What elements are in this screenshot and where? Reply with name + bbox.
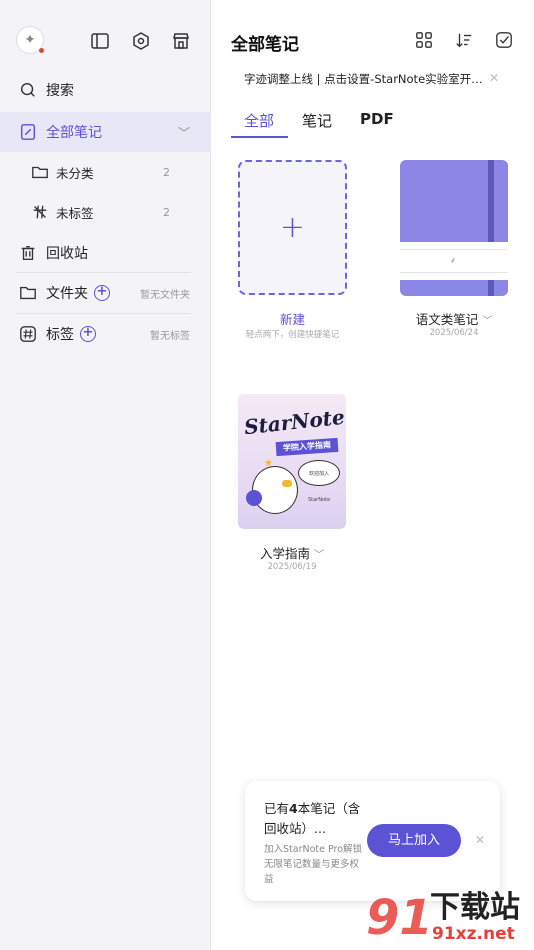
notebook-title-text: 入学指南	[260, 546, 311, 561]
notebook-date: 2025/06/24	[429, 328, 479, 338]
pen-mark-icon: ⸙	[450, 256, 456, 265]
count-badge: 2	[163, 205, 170, 219]
notification-dot	[39, 48, 44, 53]
tag-off-icon	[30, 202, 50, 222]
sidebar-item-untagged[interactable]: 未标签 2	[0, 192, 210, 232]
trash-icon	[18, 243, 38, 263]
cover-speech-bubble: 欢迎加入StarNote	[298, 460, 340, 503]
tab-notes[interactable]: 笔记	[302, 110, 332, 131]
notebook-title[interactable]: 入学指南 ﹀	[238, 543, 346, 562]
update-notice[interactable]: 字迹调整上线 | 点击设置-StarNote实验室开…	[244, 71, 484, 87]
join-now-button[interactable]: 马上加入	[367, 824, 461, 857]
count-badge: 2	[163, 165, 170, 179]
sidebar-item-label: 未标签	[56, 205, 94, 221]
close-icon[interactable]: ✕	[475, 833, 485, 847]
empty-hint: 暂无标签	[150, 330, 190, 342]
empty-hint: 暂无文件夹	[140, 289, 190, 301]
folder-unfiled-icon	[30, 162, 50, 182]
sidebar-item-label: 文件夹	[46, 286, 88, 302]
sidebar-search-label: 搜索	[46, 83, 74, 99]
notebook-date: 2025/06/19	[267, 562, 317, 572]
star-icon: ★	[264, 458, 273, 469]
watermark-text: 下载站	[430, 890, 520, 925]
sparkle-icon: ✦	[24, 32, 36, 48]
sidebar: ✦ 搜索 全部笔记 ﹀ 未分类 2 未标签 2 回收站 文件夹 + 暂无文件夹 …	[0, 0, 211, 950]
promo-description: 加入StarNote Pro解锁无限笔记数量与更多权益	[264, 844, 363, 885]
notebook-cover[interactable]: ⸙	[400, 160, 508, 296]
promo-title: 已有4本笔记（含回收站）...	[264, 799, 364, 839]
sidebar-toggle-icon[interactable]	[89, 30, 111, 52]
watermark-number: 91	[366, 890, 433, 946]
sidebar-item-label: 标签	[46, 327, 74, 343]
avatar[interactable]: ✦	[16, 26, 44, 54]
tab-underline	[231, 136, 288, 138]
promo-title-num: 4	[289, 801, 298, 816]
cover-brand: StarNote	[243, 404, 346, 440]
new-note-card[interactable]: +	[238, 160, 347, 295]
watermark-logo: 91 下载站 91xz.net	[366, 890, 534, 950]
select-icon[interactable]	[495, 31, 515, 51]
mascot-beak	[282, 480, 292, 487]
plus-icon: +	[279, 209, 306, 245]
folder-icon	[18, 283, 38, 303]
notebook-title[interactable]: 语文类笔记 ﹀	[400, 309, 508, 328]
sidebar-item-label: 未分类	[56, 165, 94, 181]
upgrade-promo-popup: 已有4本笔记（含回收站）... 加入StarNote Pro解锁无限笔记数量与更…	[245, 781, 500, 901]
notebook-title-text: 语文类笔记	[415, 312, 479, 327]
sidebar-item-uncategorized[interactable]: 未分类 2	[0, 152, 210, 192]
search-icon	[18, 80, 38, 100]
add-folder-button[interactable]: +	[94, 285, 110, 301]
sidebar-item-all-notes[interactable]: 全部笔记 ﹀	[0, 112, 210, 152]
page-title: 全部笔记	[231, 35, 299, 55]
sidebar-toolbar: ✦	[16, 26, 211, 56]
new-note-hint: 轻点两下，创建快捷笔记	[245, 330, 340, 340]
sidebar-item-label: 回收站	[46, 246, 88, 262]
chevron-down-icon[interactable]: ﹀	[178, 124, 190, 141]
sidebar-item-trash[interactable]: 回收站	[0, 233, 210, 273]
sidebar-item-label: 全部笔记	[46, 125, 102, 141]
promo-title-pre: 已有	[264, 801, 290, 816]
mascot-glove	[246, 490, 262, 506]
mascot-illustration	[252, 466, 298, 514]
chevron-down-icon[interactable]: ﹀	[482, 316, 492, 327]
sidebar-item-tags[interactable]: 标签 + 暂无标签	[0, 314, 210, 354]
watermark-url: 91xz.net	[432, 924, 515, 944]
grid-view-icon[interactable]	[415, 31, 435, 51]
store-icon[interactable]	[170, 30, 192, 52]
notebook-cover-guide[interactable]: StarNote 学院入学指南 欢迎加入StarNote ★	[238, 394, 346, 529]
sidebar-item-folders[interactable]: 文件夹 + 暂无文件夹	[0, 273, 210, 313]
hashtag-icon	[18, 324, 38, 344]
chevron-down-icon[interactable]: ﹀	[314, 550, 324, 561]
sort-icon[interactable]	[455, 31, 475, 51]
close-icon[interactable]: ✕	[489, 71, 499, 85]
sidebar-search[interactable]: 搜索	[0, 70, 210, 110]
notebook-band: ⸙	[400, 242, 508, 280]
note-icon	[18, 122, 38, 142]
tab-pdf[interactable]: PDF	[360, 110, 394, 128]
cover-ribbon: 学院入学指南	[275, 437, 339, 457]
tab-all[interactable]: 全部	[244, 110, 274, 131]
new-note-label: 新建	[279, 312, 305, 327]
settings-hex-icon[interactable]	[130, 30, 152, 52]
add-tag-button[interactable]: +	[80, 326, 96, 342]
